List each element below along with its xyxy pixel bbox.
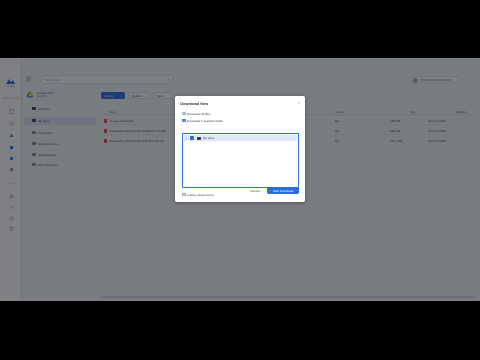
app-window: CloudHQ BACKUP & SYNC TOOLS bbox=[0, 58, 480, 301]
radio-label: Download 1 selected folder bbox=[187, 118, 224, 123]
dialog-title: Download files bbox=[180, 101, 209, 106]
checkbox[interactable] bbox=[182, 192, 186, 196]
checkbox-label: Archive deleted items bbox=[187, 192, 214, 197]
archive-deleted-checkbox[interactable]: Archive deleted items bbox=[182, 192, 232, 197]
download-files-dialog: Download files × Download all files Down… bbox=[175, 96, 305, 202]
cancel-button[interactable]: Cancel bbox=[245, 187, 265, 194]
checkbox-checked[interactable] bbox=[190, 136, 194, 140]
radio-download-selected[interactable]: Download 1 selected folder bbox=[182, 118, 292, 123]
radio-label: Download all files bbox=[187, 111, 211, 116]
radio-off[interactable] bbox=[182, 111, 186, 116]
chevron-right-icon[interactable]: › bbox=[186, 136, 187, 140]
tree-item-my-drive[interactable]: › My drive bbox=[184, 135, 297, 141]
radio-download-all[interactable]: Download all files bbox=[182, 111, 292, 116]
tree-item-label: My drive bbox=[203, 136, 215, 140]
folder-icon bbox=[197, 136, 201, 140]
close-icon[interactable]: × bbox=[298, 100, 300, 105]
start-download-button[interactable]: Start Download bbox=[267, 187, 299, 194]
radio-on[interactable] bbox=[182, 118, 186, 123]
folder-tree: › My drive bbox=[182, 133, 299, 188]
